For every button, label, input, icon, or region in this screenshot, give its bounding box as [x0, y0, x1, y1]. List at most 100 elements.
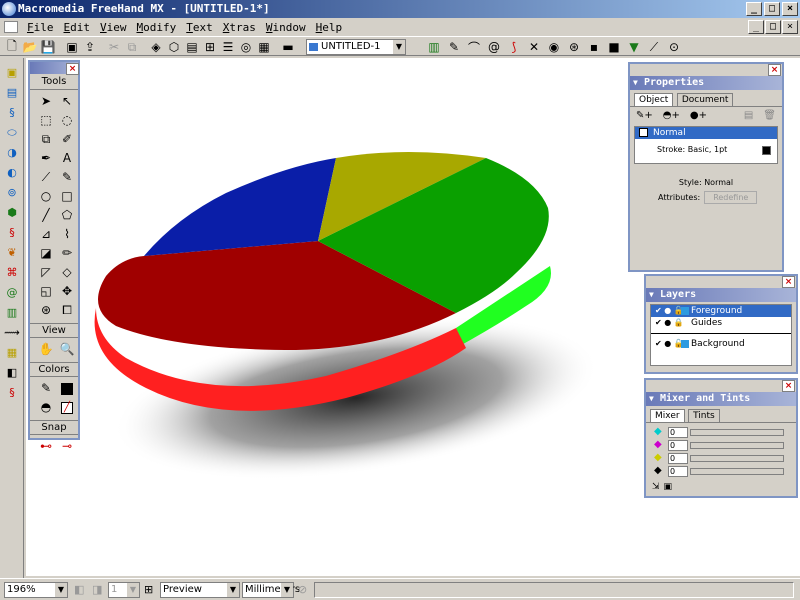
layer-color-swatch[interactable] [681, 340, 689, 348]
expand-stroke-icon[interactable]: ◐ [4, 166, 20, 180]
rectangle-tool-icon[interactable]: □ [57, 187, 77, 205]
open-icon[interactable]: 📂 [22, 39, 38, 55]
punch-icon[interactable]: § [4, 226, 20, 240]
minimize-button[interactable]: _ [746, 2, 762, 16]
trash-icon[interactable]: 🗑 [763, 110, 776, 121]
hand-tool-icon[interactable]: ✋ [36, 340, 56, 358]
ellipse-tool-icon[interactable]: ○ [36, 187, 56, 205]
fill-icon[interactable]: ▼ [626, 39, 642, 55]
menu-view[interactable]: View [95, 21, 132, 34]
shadow-icon[interactable]: ▪ [586, 39, 602, 55]
simplify-icon[interactable]: ❦ [4, 246, 20, 260]
group-icon[interactable]: ◈ [148, 39, 164, 55]
add-stroke-icon[interactable]: ✎+ [636, 110, 653, 121]
ungroup-icon[interactable]: ⬡ [166, 39, 182, 55]
color-control-icon[interactable]: ▦ [4, 346, 20, 360]
layer-row-background[interactable]: ✔ ● 🔓 Background [651, 338, 791, 350]
doc-minimize-button[interactable]: _ [748, 20, 764, 34]
import-icon[interactable]: ▣ [64, 39, 80, 55]
chart-icon[interactable]: ▥ [426, 39, 442, 55]
units-select[interactable]: Millimeters ▼ [242, 582, 300, 598]
menu-modify[interactable]: Modify [132, 21, 182, 34]
freeform-tool-icon[interactable]: ⌇ [57, 225, 77, 243]
collapse-icon[interactable]: ▼ [633, 76, 638, 90]
magenta-value[interactable]: 0 [668, 440, 688, 451]
roughen-icon[interactable]: ◉ [546, 39, 562, 55]
fill-row[interactable]: Normal [635, 127, 777, 139]
3d-rotate-icon[interactable]: ▣ [4, 66, 20, 80]
add-swatch-icon[interactable]: ⇲ [652, 482, 660, 492]
layer-row-guides[interactable]: ✔ ● 🔒 Guides [651, 317, 791, 329]
polygon-tool-icon[interactable]: ⬠ [57, 206, 77, 224]
tab-tints[interactable]: Tints [688, 409, 720, 422]
bend-icon[interactable]: ⊛ [566, 39, 582, 55]
visible-icon[interactable]: ✔ ● 🔒 [655, 317, 684, 329]
stroke-color-icon[interactable]: ✎ [36, 379, 56, 397]
menu-help[interactable]: Help [311, 21, 348, 34]
stroke-row[interactable]: Stroke: Basic, 1pt [635, 143, 777, 157]
chevron-down-icon[interactable]: ▼ [280, 583, 293, 597]
yellow-slider[interactable] [690, 455, 784, 462]
pointer-tool-icon[interactable]: ➤ [36, 92, 56, 110]
brush-tool-icon[interactable]: ✏ [57, 244, 77, 262]
snap-to-point-icon[interactable]: ⊷ [36, 437, 56, 455]
page-select[interactable]: 1 ▼ [108, 582, 140, 598]
crop-icon[interactable]: ⬭ [4, 126, 20, 140]
chevron-down-icon[interactable]: ▼ [392, 40, 405, 54]
collapse-icon[interactable]: ▼ [649, 288, 654, 302]
prev-page-icon[interactable]: ◧ [74, 583, 84, 596]
layers-icon[interactable]: ☰ [220, 39, 236, 55]
duplicate-icon[interactable]: ▤ [744, 110, 753, 121]
menu-window[interactable]: Window [261, 21, 311, 34]
darken-icon[interactable]: ◧ [4, 366, 20, 380]
transform-icon[interactable]: ⊞ [202, 39, 218, 55]
zoom-tool-icon[interactable]: 🔍 [57, 340, 77, 358]
blend-icon[interactable]: § [4, 106, 20, 120]
copy-icon[interactable]: ⧉ [124, 39, 140, 55]
zoom-select[interactable]: 196% ▼ [4, 582, 68, 598]
align-icon[interactable]: ▤ [184, 39, 200, 55]
eyedropper-tool-icon[interactable]: ✐ [57, 130, 77, 148]
magenta-slider[interactable] [690, 442, 784, 449]
color-well-icon[interactable]: ▣ [664, 482, 673, 492]
transparency-icon[interactable]: ⌘ [4, 266, 20, 280]
stroke-color-swatch[interactable] [762, 146, 771, 155]
export-icon[interactable]: ⇪ [82, 39, 98, 55]
chevron-down-icon[interactable]: ▼ [54, 583, 67, 597]
bezigon-tool-icon[interactable]: ⟋ [36, 168, 56, 186]
eyedropper-icon[interactable]: ✎ [446, 39, 462, 55]
maximize-button[interactable]: □ [764, 2, 780, 16]
tab-document[interactable]: Document [676, 93, 734, 106]
menu-text[interactable]: Text [181, 21, 218, 34]
envelope-icon[interactable]: ⟆ [506, 39, 522, 55]
add-fill-icon[interactable]: ◓+ [663, 110, 680, 121]
visible-icon[interactable]: ✔ ● 🔓 [655, 338, 684, 350]
cyan-value[interactable]: 0 [668, 427, 688, 438]
lasso-tool-icon[interactable]: ◌ [57, 111, 77, 129]
line-tool-icon[interactable]: ╱ [36, 206, 56, 224]
doc-close-button[interactable]: × [782, 20, 798, 34]
chevron-down-icon[interactable]: ▼ [226, 583, 239, 597]
fisheye-icon[interactable]: ✕ [526, 39, 542, 55]
close-icon[interactable]: × [782, 276, 795, 288]
page-tool-icon[interactable]: ⬚ [36, 111, 56, 129]
add-effect-icon[interactable]: ●+ [690, 110, 707, 121]
properties-titlebar[interactable]: ▼ Properties [630, 76, 782, 90]
emboss-icon[interactable]: ▥ [4, 306, 20, 320]
document-select[interactable]: UNTITLED-1 ▼ [306, 39, 406, 55]
divide-icon[interactable]: ◑ [4, 146, 20, 160]
page-icon[interactable]: ◨ [92, 583, 102, 596]
cut-icon[interactable]: ✂ [106, 39, 122, 55]
black-value[interactable]: 0 [668, 466, 688, 477]
redefine-button[interactable]: Redefine [704, 191, 758, 204]
tab-mixer[interactable]: Mixer [650, 409, 685, 422]
text-tool-icon[interactable]: A [57, 149, 77, 167]
pencil-tool-icon[interactable]: ✎ [57, 168, 77, 186]
close-button[interactable]: × [782, 2, 798, 16]
scale-tool-icon[interactable]: ⧉ [36, 130, 56, 148]
layer-color-swatch[interactable] [681, 307, 689, 315]
spiral-icon[interactable]: @ [486, 39, 502, 55]
visible-icon[interactable]: ✔ ● 🔓 [655, 305, 684, 317]
menu-edit[interactable]: Edit [59, 21, 96, 34]
arc-icon[interactable]: ⌒ [466, 39, 482, 55]
